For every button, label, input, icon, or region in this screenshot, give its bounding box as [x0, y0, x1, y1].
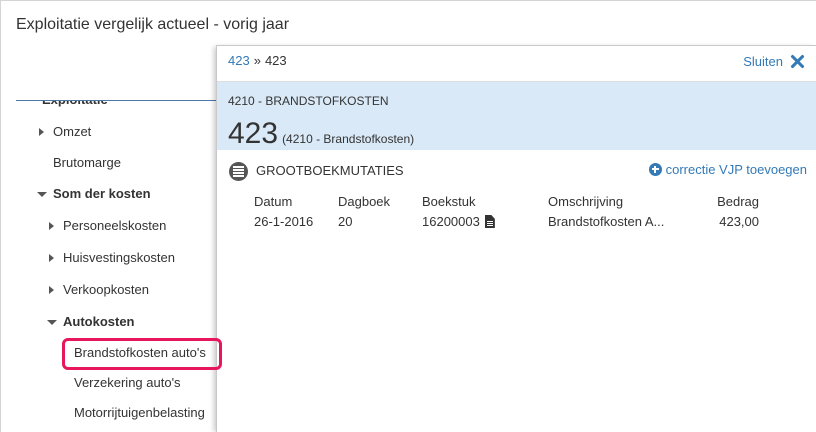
- cell-datum: 26-1-2016: [254, 214, 314, 229]
- tree-item-label: Verkoopkosten: [63, 282, 150, 297]
- caret-right-icon[interactable]: [39, 128, 44, 136]
- account-heading: 4210 - BRANDSTOFKOSTEN: [228, 94, 389, 108]
- tree-item-label: Motorrijtuigenbelasting: [74, 405, 205, 420]
- section-title: GROOTBOEKMUTATIES: [256, 163, 404, 178]
- panel-header: 423» 423 Sluiten: [217, 46, 816, 82]
- add-correction-button[interactable]: correctie VJP toevoegen: [648, 159, 807, 179]
- page-title: Exploitatie vergelijk actueel - vorig ja…: [16, 16, 290, 33]
- account-tree: Exploitatie Omzet Brutomarge Som der kos…: [16, 101, 216, 432]
- tree-item-verkoopkosten[interactable]: Verkoopkosten: [48, 280, 216, 300]
- table-header-dagboek: Dagboek: [338, 194, 391, 209]
- caret-down-icon[interactable]: [47, 320, 57, 325]
- caret-right-icon[interactable]: [49, 286, 54, 294]
- breadcrumb-separator: »: [253, 53, 261, 68]
- table-row[interactable]: 26-1-2016 20 16200003 Brandstofkosten A.…: [217, 212, 816, 232]
- tree-item-brutomarge[interactable]: Brutomarge: [38, 153, 216, 173]
- tree-item-label: Brutomarge: [53, 155, 121, 170]
- table-header-boekstuk: Boekstuk: [422, 194, 476, 209]
- add-correction-label[interactable]: correctie VJP toevoegen: [666, 162, 807, 177]
- tree-item-label: Autokosten: [63, 314, 135, 329]
- table-header-datum: Datum: [254, 194, 293, 209]
- tree-item-som-der-kosten[interactable]: Som der kosten: [37, 184, 216, 204]
- caret-right-icon[interactable]: [49, 254, 54, 262]
- table-header-omschrijving: Omschrijving: [548, 194, 624, 209]
- breadcrumb: 423» 423: [228, 51, 287, 71]
- table-header-row: Datum Dagboek Boekstuk Omschrijving Bedr…: [217, 192, 816, 212]
- caret-down-icon[interactable]: [37, 192, 47, 197]
- cell-omschrijving: Brandstofkosten A...: [548, 214, 665, 229]
- cell-bedrag: 423,00: [719, 214, 759, 229]
- account-amount: 423: [228, 117, 279, 150]
- account-amount-note: (4210 - Brandstofkosten): [282, 132, 415, 146]
- tree-item-label: Huisvestingskosten: [63, 250, 175, 265]
- tree-item-label: Personeelskosten: [63, 218, 167, 233]
- amount-line: 423 (4210 - Brandstofkosten): [228, 117, 414, 151]
- tree-item-omzet[interactable]: Omzet: [38, 122, 216, 142]
- cell-dagboek: 20: [338, 214, 353, 229]
- close-icon[interactable]: [790, 54, 805, 69]
- tree-item-label: Verzekering auto's: [74, 375, 181, 390]
- cell-boekstuk-value: 16200003: [422, 214, 480, 229]
- close-label[interactable]: Sluiten: [743, 54, 783, 69]
- table-header-bedrag: Bedrag: [717, 194, 759, 209]
- highlight-box: [62, 338, 222, 370]
- tree-item-label: Exploitatie: [42, 101, 108, 110]
- tree-item-motorrijtuigenbelasting[interactable]: Motorrijtuigenbelasting: [59, 403, 216, 423]
- tree-item-label: Som der kosten: [53, 186, 151, 201]
- tree-item-personeelskosten[interactable]: Personeelskosten: [48, 216, 216, 236]
- tree-item-huisvestingskosten[interactable]: Huisvestingskosten: [48, 248, 216, 268]
- plus-circle-icon[interactable]: [648, 162, 662, 176]
- breadcrumb-link-parent[interactable]: 423: [228, 53, 250, 68]
- document-icon[interactable]: [484, 215, 495, 228]
- close-button[interactable]: Sluiten: [743, 51, 805, 71]
- cell-boekstuk: 16200003: [422, 212, 495, 232]
- tree-item-exploitatie[interactable]: Exploitatie: [27, 101, 216, 110]
- breadcrumb-current: 423: [264, 53, 287, 68]
- list-circle-icon: [229, 162, 248, 181]
- caret-right-icon[interactable]: [49, 222, 54, 230]
- tree-item-label: Omzet: [53, 124, 92, 139]
- account-summary: 4210 - BRANDSTOFKOSTEN 423 (4210 - Brands…: [217, 82, 816, 150]
- tree-item-autokosten[interactable]: Autokosten: [47, 312, 216, 332]
- detail-panel: 423» 423 Sluiten 4210 - BRANDSTOFKOSTEN 4…: [216, 45, 816, 432]
- tree-item-verzekering-autos[interactable]: Verzekering auto's: [59, 373, 216, 393]
